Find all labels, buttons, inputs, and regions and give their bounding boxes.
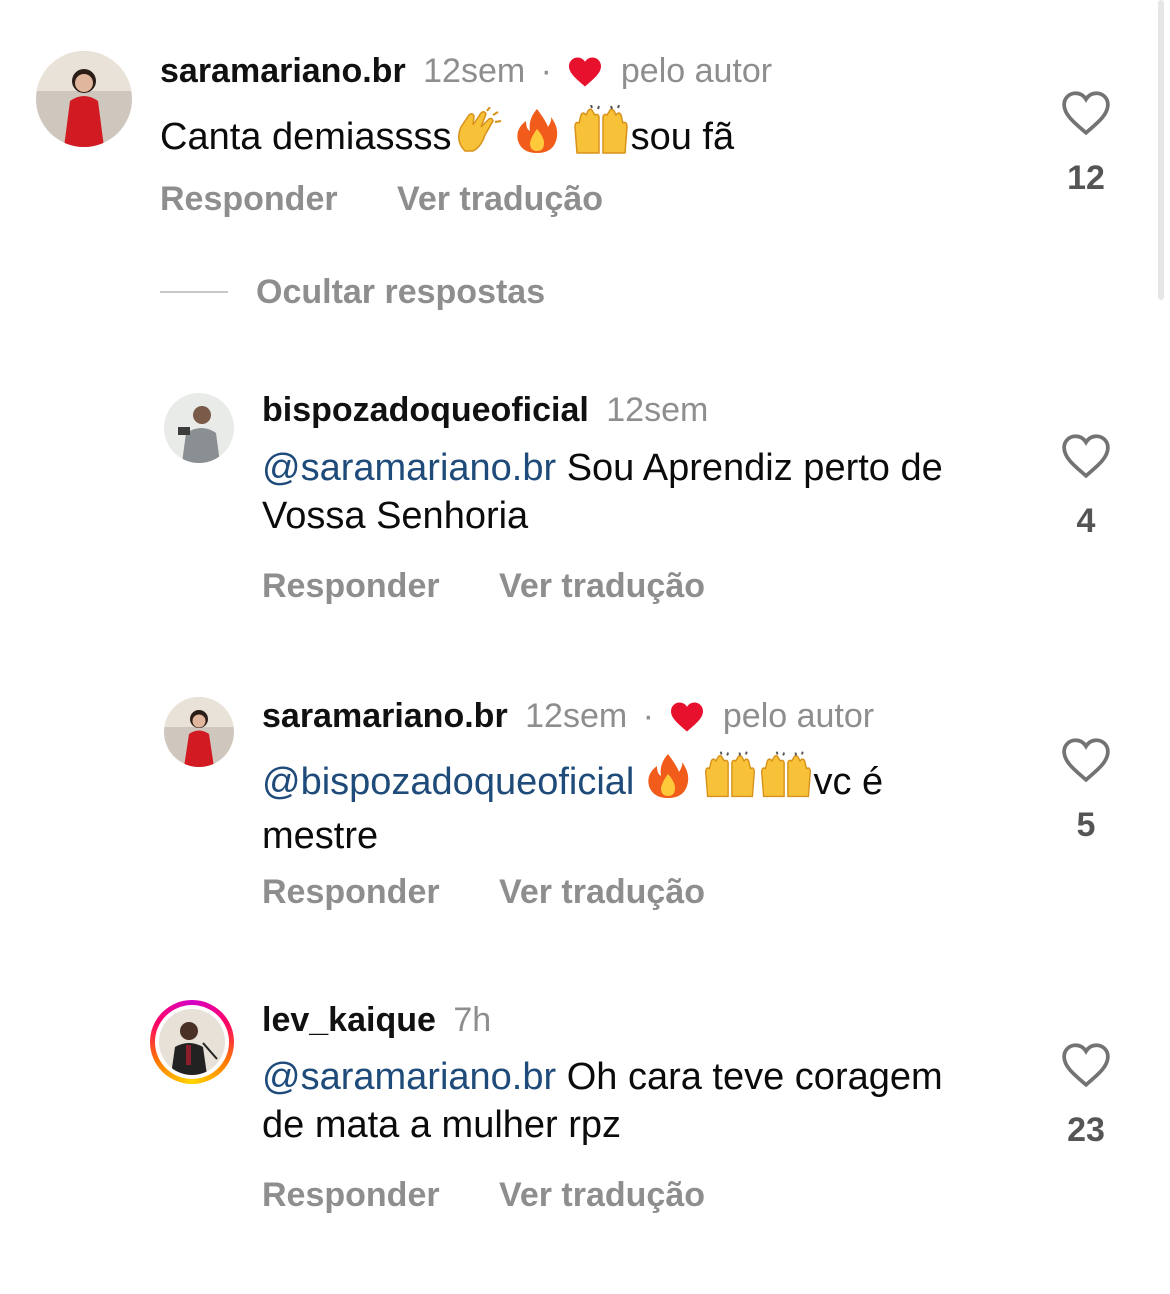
red-heart-icon [567, 56, 603, 97]
mention-link[interactable]: @saramariano.br [262, 1056, 556, 1098]
red-heart-icon [669, 701, 705, 742]
timestamp: 12sem [423, 52, 526, 90]
like-count: 5 [1076, 806, 1096, 844]
like-count: 23 [1067, 1111, 1105, 1149]
comment-meta: bispozadoqueoficial 12sem [262, 390, 708, 430]
reply-button[interactable]: Responder [262, 567, 440, 606]
username[interactable]: saramariano.br [262, 697, 508, 735]
avatar[interactable] [164, 697, 234, 767]
scrollbar[interactable] [1158, 0, 1164, 300]
clapping-hands-emoji [451, 106, 503, 167]
username[interactable]: lev_kaique [262, 1001, 436, 1039]
fire-emoji [645, 752, 691, 812]
separator-dot: · [540, 52, 552, 90]
divider [160, 291, 228, 293]
like-control: 12 [1056, 90, 1116, 198]
comment-text: @bispozadoqueoficial vc é mestre [262, 750, 982, 860]
raising-hands-emoji [758, 750, 814, 812]
like-control: 4 [1056, 433, 1116, 541]
heart-outline-icon[interactable] [1061, 1043, 1111, 1092]
timestamp: 12sem [525, 697, 628, 735]
raising-hands-emoji [571, 104, 631, 167]
reply-button[interactable]: Responder [160, 180, 338, 219]
timestamp: 12sem [606, 391, 709, 429]
avatar-story-ring[interactable] [150, 1000, 234, 1084]
heart-outline-icon[interactable] [1061, 91, 1111, 140]
username[interactable]: bispozadoqueoficial [262, 391, 589, 429]
comment-text-part: sou fã [630, 116, 735, 158]
heart-outline-icon[interactable] [1061, 434, 1111, 483]
like-count: 4 [1076, 502, 1096, 540]
hide-replies-label: Ocultar respostas [256, 273, 546, 311]
separator-dot: · [642, 697, 654, 735]
mention-link[interactable]: @bispozadoqueoficial [262, 761, 634, 803]
like-control: 23 [1056, 1042, 1116, 1150]
comment-text: @saramariano.br Oh cara teve coragem de … [262, 1053, 982, 1149]
like-count: 12 [1067, 159, 1105, 197]
comment-meta: saramariano.br 12sem · pelo autor [160, 51, 772, 97]
see-translation-button[interactable]: Ver tradução [499, 1176, 705, 1215]
avatar [159, 1009, 225, 1075]
liked-by-author-label: pelo autor [620, 52, 773, 90]
comment-text-part: Canta demiassss [160, 116, 452, 158]
comment-meta: saramariano.br 12sem · pelo autor [262, 696, 874, 742]
see-translation-button[interactable]: Ver tradução [499, 567, 705, 606]
comment-text: @saramariano.br Sou Aprendiz perto de Vo… [262, 444, 1002, 540]
reply-button[interactable]: Responder [262, 873, 440, 912]
comment-actions: Responder Ver tradução [262, 873, 705, 912]
raising-hands-emoji [702, 750, 758, 812]
comment-actions: Responder Ver tradução [262, 567, 705, 606]
see-translation-button[interactable]: Ver tradução [397, 180, 603, 219]
avatar[interactable] [36, 51, 132, 147]
liked-by-author-label: pelo autor [722, 697, 875, 735]
username[interactable]: saramariano.br [160, 52, 406, 90]
comment-text: Canta demiassss sou fã [160, 104, 1020, 167]
reply-button[interactable]: Responder [262, 1176, 440, 1215]
like-control: 5 [1056, 737, 1116, 845]
comment-meta: lev_kaique 7h [262, 1000, 491, 1040]
heart-outline-icon[interactable] [1061, 738, 1111, 787]
timestamp: 7h [453, 1001, 492, 1039]
see-translation-button[interactable]: Ver tradução [499, 873, 705, 912]
comment-actions: Responder Ver tradução [160, 180, 603, 219]
avatar[interactable] [164, 393, 234, 463]
comment-actions: Responder Ver tradução [262, 1176, 705, 1215]
mention-link[interactable]: @saramariano.br [262, 447, 556, 489]
fire-emoji [514, 107, 560, 167]
